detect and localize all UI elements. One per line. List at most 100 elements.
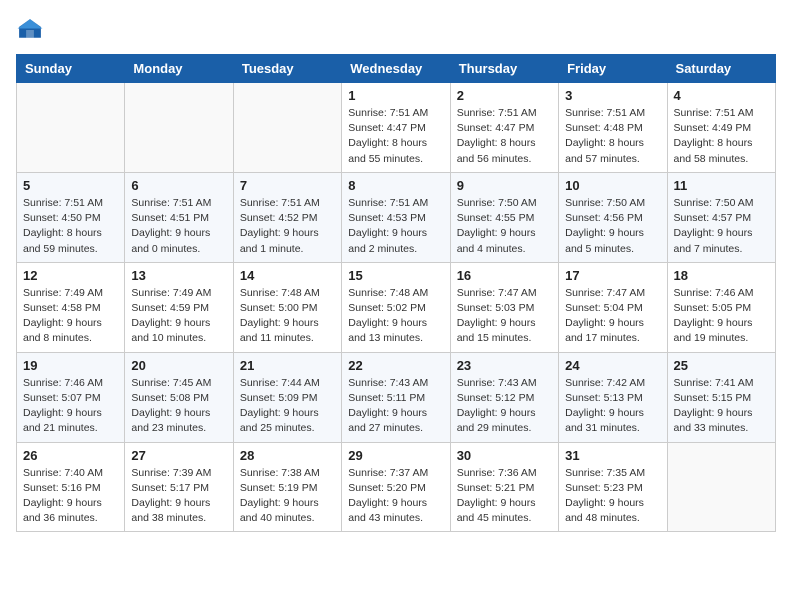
calendar-week-row: 19 Sunrise: 7:46 AMSunset: 5:07 PMDayligh… <box>17 352 776 442</box>
calendar-cell: 20 Sunrise: 7:45 AMSunset: 5:08 PMDayligh… <box>125 352 233 442</box>
calendar-cell: 26Sunrise: 7:40 AMSunset: 5:16 PMDayligh… <box>17 442 125 532</box>
calendar-cell: 24 Sunrise: 7:42 AMSunset: 5:13 PMDayligh… <box>559 352 667 442</box>
calendar-cell: 9 Sunrise: 7:50 AMSunset: 4:55 PMDaylight… <box>450 172 558 262</box>
day-number: 23 <box>457 358 552 373</box>
day-info: Sunrise: 7:47 AMSunset: 5:04 PMDaylight:… <box>565 286 660 347</box>
day-number: 10 <box>565 178 660 193</box>
day-info: Sunrise: 7:45 AMSunset: 5:08 PMDaylight:… <box>131 376 226 437</box>
day-number: 17 <box>565 268 660 283</box>
day-number: 24 <box>565 358 660 373</box>
calendar-week-row: 26Sunrise: 7:40 AMSunset: 5:16 PMDayligh… <box>17 442 776 532</box>
day-info: Sunrise: 7:48 AMSunset: 5:02 PMDaylight:… <box>348 286 443 347</box>
day-info: Sunrise: 7:51 AMSunset: 4:47 PMDaylight:… <box>348 106 443 167</box>
day-info: Sunrise: 7:44 AMSunset: 5:09 PMDaylight:… <box>240 376 335 437</box>
calendar-cell: 28 Sunrise: 7:38 AMSunset: 5:19 PMDayligh… <box>233 442 341 532</box>
calendar-cell: 11 Sunrise: 7:50 AMSunset: 4:57 PMDayligh… <box>667 172 775 262</box>
day-info: Sunrise: 7:46 AMSunset: 5:07 PMDaylight:… <box>23 376 118 437</box>
day-info: Sunrise: 7:48 AMSunset: 5:00 PMDaylight:… <box>240 286 335 347</box>
day-number: 22 <box>348 358 443 373</box>
weekday-header-sunday: Sunday <box>17 55 125 83</box>
calendar-cell: 1Sunrise: 7:51 AMSunset: 4:47 PMDaylight… <box>342 83 450 173</box>
day-number: 20 <box>131 358 226 373</box>
day-number: 14 <box>240 268 335 283</box>
calendar-week-row: 12 Sunrise: 7:49 AMSunset: 4:58 PMDayligh… <box>17 262 776 352</box>
calendar-week-row: 5 Sunrise: 7:51 AMSunset: 4:50 PMDaylight… <box>17 172 776 262</box>
day-info: Sunrise: 7:49 AMSunset: 4:59 PMDaylight:… <box>131 286 226 347</box>
day-number: 5 <box>23 178 118 193</box>
calendar-cell <box>667 442 775 532</box>
calendar-cell: 22 Sunrise: 7:43 AMSunset: 5:11 PMDayligh… <box>342 352 450 442</box>
calendar-cell: 6Sunrise: 7:51 AMSunset: 4:51 PMDaylight… <box>125 172 233 262</box>
calendar-cell: 21Sunrise: 7:44 AMSunset: 5:09 PMDayligh… <box>233 352 341 442</box>
day-number: 2 <box>457 88 552 103</box>
weekday-header-wednesday: Wednesday <box>342 55 450 83</box>
day-info: Sunrise: 7:51 AMSunset: 4:49 PMDaylight:… <box>674 106 769 167</box>
calendar-cell: 10 Sunrise: 7:50 AMSunset: 4:56 PMDayligh… <box>559 172 667 262</box>
calendar-cell: 18Sunrise: 7:46 AMSunset: 5:05 PMDayligh… <box>667 262 775 352</box>
day-info: Sunrise: 7:37 AMSunset: 5:20 PMDaylight:… <box>348 466 443 527</box>
day-number: 4 <box>674 88 769 103</box>
calendar-cell <box>125 83 233 173</box>
day-info: Sunrise: 7:38 AMSunset: 5:19 PMDaylight:… <box>240 466 335 527</box>
day-number: 25 <box>674 358 769 373</box>
day-info: Sunrise: 7:50 AMSunset: 4:55 PMDaylight:… <box>457 196 552 257</box>
day-number: 13 <box>131 268 226 283</box>
day-info: Sunrise: 7:50 AMSunset: 4:56 PMDaylight:… <box>565 196 660 257</box>
calendar-cell: 13 Sunrise: 7:49 AMSunset: 4:59 PMDayligh… <box>125 262 233 352</box>
day-info: Sunrise: 7:51 AMSunset: 4:48 PMDaylight:… <box>565 106 660 167</box>
day-number: 12 <box>23 268 118 283</box>
day-info: Sunrise: 7:43 AMSunset: 5:11 PMDaylight:… <box>348 376 443 437</box>
day-info: Sunrise: 7:47 AMSunset: 5:03 PMDaylight:… <box>457 286 552 347</box>
day-number: 28 <box>240 448 335 463</box>
day-number: 11 <box>674 178 769 193</box>
weekday-header-thursday: Thursday <box>450 55 558 83</box>
day-number: 7 <box>240 178 335 193</box>
day-number: 26 <box>23 448 118 463</box>
calendar-cell: 4 Sunrise: 7:51 AMSunset: 4:49 PMDaylight… <box>667 83 775 173</box>
calendar-week-row: 1Sunrise: 7:51 AMSunset: 4:47 PMDaylight… <box>17 83 776 173</box>
calendar-cell: 2Sunrise: 7:51 AMSunset: 4:47 PMDaylight… <box>450 83 558 173</box>
calendar-cell: 3Sunrise: 7:51 AMSunset: 4:48 PMDaylight… <box>559 83 667 173</box>
day-number: 19 <box>23 358 118 373</box>
calendar-cell: 15 Sunrise: 7:48 AMSunset: 5:02 PMDayligh… <box>342 262 450 352</box>
weekday-header-saturday: Saturday <box>667 55 775 83</box>
calendar-cell: 25 Sunrise: 7:41 AMSunset: 5:15 PMDayligh… <box>667 352 775 442</box>
day-info: Sunrise: 7:35 AMSunset: 5:23 PMDaylight:… <box>565 466 660 527</box>
day-number: 16 <box>457 268 552 283</box>
day-info: Sunrise: 7:49 AMSunset: 4:58 PMDaylight:… <box>23 286 118 347</box>
day-info: Sunrise: 7:51 AMSunset: 4:50 PMDaylight:… <box>23 196 118 257</box>
day-info: Sunrise: 7:41 AMSunset: 5:15 PMDaylight:… <box>674 376 769 437</box>
weekday-header-row: SundayMondayTuesdayWednesdayThursdayFrid… <box>17 55 776 83</box>
day-number: 30 <box>457 448 552 463</box>
day-number: 8 <box>348 178 443 193</box>
calendar-cell: 27Sunrise: 7:39 AMSunset: 5:17 PMDayligh… <box>125 442 233 532</box>
day-info: Sunrise: 7:42 AMSunset: 5:13 PMDaylight:… <box>565 376 660 437</box>
calendar-cell: 31Sunrise: 7:35 AMSunset: 5:23 PMDayligh… <box>559 442 667 532</box>
calendar-cell: 29 Sunrise: 7:37 AMSunset: 5:20 PMDayligh… <box>342 442 450 532</box>
calendar-cell: 7 Sunrise: 7:51 AMSunset: 4:52 PMDaylight… <box>233 172 341 262</box>
calendar-cell: 8 Sunrise: 7:51 AMSunset: 4:53 PMDaylight… <box>342 172 450 262</box>
calendar-cell: 23 Sunrise: 7:43 AMSunset: 5:12 PMDayligh… <box>450 352 558 442</box>
weekday-header-monday: Monday <box>125 55 233 83</box>
day-info: Sunrise: 7:50 AMSunset: 4:57 PMDaylight:… <box>674 196 769 257</box>
calendar-cell: 19 Sunrise: 7:46 AMSunset: 5:07 PMDayligh… <box>17 352 125 442</box>
day-info: Sunrise: 7:43 AMSunset: 5:12 PMDaylight:… <box>457 376 552 437</box>
day-number: 15 <box>348 268 443 283</box>
calendar-table: SundayMondayTuesdayWednesdayThursdayFrid… <box>16 54 776 532</box>
weekday-header-tuesday: Tuesday <box>233 55 341 83</box>
calendar-cell: 17 Sunrise: 7:47 AMSunset: 5:04 PMDayligh… <box>559 262 667 352</box>
day-info: Sunrise: 7:51 AMSunset: 4:53 PMDaylight:… <box>348 196 443 257</box>
day-number: 27 <box>131 448 226 463</box>
calendar-cell: 12 Sunrise: 7:49 AMSunset: 4:58 PMDayligh… <box>17 262 125 352</box>
calendar-cell <box>17 83 125 173</box>
calendar-cell: 5 Sunrise: 7:51 AMSunset: 4:50 PMDaylight… <box>17 172 125 262</box>
day-info: Sunrise: 7:36 AMSunset: 5:21 PMDaylight:… <box>457 466 552 527</box>
day-info: Sunrise: 7:51 AMSunset: 4:52 PMDaylight:… <box>240 196 335 257</box>
calendar-body: 1Sunrise: 7:51 AMSunset: 4:47 PMDaylight… <box>17 83 776 532</box>
day-number: 18 <box>674 268 769 283</box>
weekday-header-friday: Friday <box>559 55 667 83</box>
calendar-cell: 14 Sunrise: 7:48 AMSunset: 5:00 PMDayligh… <box>233 262 341 352</box>
day-number: 29 <box>348 448 443 463</box>
day-number: 9 <box>457 178 552 193</box>
calendar-cell <box>233 83 341 173</box>
